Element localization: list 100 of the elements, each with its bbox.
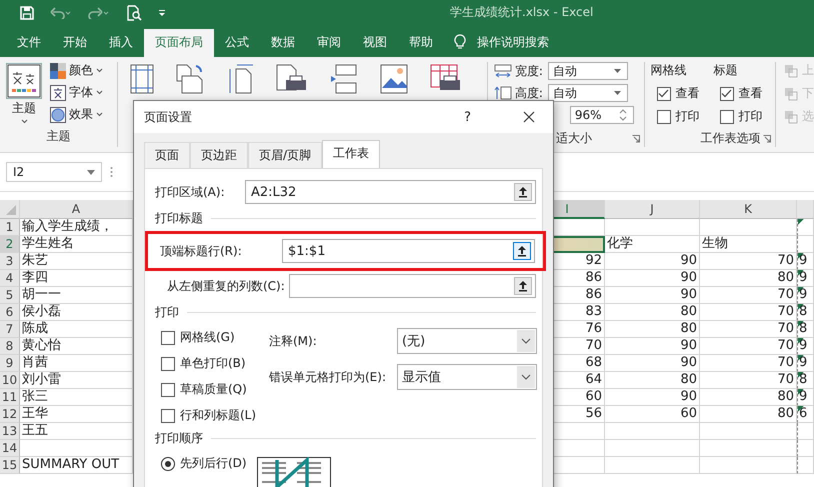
input-field[interactable]: A2:L32 (245, 180, 536, 204)
height-dropdown[interactable]: 自动 (548, 84, 628, 102)
scale-spinner[interactable]: 96% (570, 106, 634, 124)
theme-option-button[interactable]: 颜色 (50, 62, 103, 79)
field-label: 顶端标题行(R): (160, 242, 243, 260)
row-header[interactable]: 12 (0, 406, 20, 423)
caret-icon (96, 112, 103, 117)
input-field[interactable]: $1:$1 (282, 239, 535, 263)
row-header[interactable]: 14 (0, 440, 20, 457)
row-header[interactable]: 4 (0, 270, 20, 287)
ribbon-tab[interactable]: 视图 (352, 29, 398, 57)
ribbon-tab[interactable]: 文件 (6, 29, 52, 57)
errors-dropdown[interactable]: 显示值 (397, 364, 537, 390)
dialog-launcher-icon[interactable] (763, 134, 772, 142)
table-cell: 80 (605, 321, 700, 338)
row-header[interactable]: 11 (0, 389, 20, 406)
row-header[interactable]: 9 (0, 355, 20, 372)
checkbox-label: 网格线(G) (180, 329, 235, 346)
row-header[interactable]: 3 (0, 253, 20, 270)
table-cell: 8 (797, 304, 814, 321)
table-cell: 8 (797, 372, 814, 389)
dialog-tab[interactable]: 页眉/页脚 (248, 142, 322, 168)
table-cell: 80 (605, 372, 700, 389)
dialog-tab[interactable]: 工作表 (322, 140, 380, 168)
caret-icon (87, 170, 95, 174)
checkbox-label: 草稿质量(Q) (180, 381, 247, 398)
help-button[interactable]: ? (464, 110, 471, 124)
comments-dropdown[interactable]: (无) (397, 328, 537, 354)
theme-option-button[interactable]: 字体 (50, 84, 103, 101)
row-header[interactable]: 7 (0, 321, 20, 338)
table-cell: 6 (797, 406, 814, 423)
ribbon-tab[interactable]: 插入 (98, 29, 144, 57)
column-header[interactable]: K (700, 200, 797, 219)
checkbox-label: 行和列标题(L) (180, 407, 256, 424)
margins-icon[interactable] (130, 64, 154, 94)
dialog-tab[interactable]: 页边距 (190, 142, 248, 168)
radio-button[interactable] (161, 456, 175, 470)
table-cell: 8 (797, 321, 814, 338)
close-icon[interactable] (523, 111, 535, 123)
print-preview-icon[interactable] (126, 4, 142, 20)
row-header[interactable]: 6 (0, 304, 20, 321)
table-cell: 80 (700, 406, 797, 423)
save-icon[interactable] (20, 6, 34, 20)
ribbon-tab[interactable]: 数据 (260, 29, 306, 57)
redo-icon[interactable] (88, 6, 110, 18)
column-header[interactable]: J (605, 200, 700, 219)
chevron-down-icon (521, 374, 531, 380)
layers-icon (784, 110, 798, 124)
table-cell: 90 (605, 253, 700, 270)
spinner-arrows-icon (618, 109, 627, 121)
checkbox[interactable] (720, 86, 734, 100)
row-header[interactable]: 13 (0, 423, 20, 440)
undo-icon[interactable] (50, 6, 72, 18)
row-header[interactable]: 15 (0, 457, 20, 474)
checkbox[interactable] (161, 408, 175, 422)
ribbon-tab[interactable]: 页面布局 (144, 29, 214, 57)
dropdown-button[interactable] (517, 366, 535, 388)
dropdown-button[interactable] (517, 330, 535, 352)
search-hint[interactable]: 操作说明搜索 (466, 29, 560, 57)
checkbox[interactable] (656, 110, 671, 124)
page-break-icon[interactable] (330, 64, 358, 94)
theme-option-button[interactable]: 效果 (50, 106, 103, 123)
table-cell: 9 (797, 287, 814, 304)
checkbox-label: 打印 (676, 108, 700, 125)
checkbox[interactable] (161, 330, 175, 344)
dialog-tab[interactable]: 页面 (144, 142, 190, 168)
ribbon-tab[interactable]: 公式 (214, 29, 260, 57)
input-field[interactable] (289, 274, 536, 298)
checkbox[interactable] (161, 356, 175, 370)
size-icon[interactable] (228, 64, 254, 94)
ribbon-tab[interactable]: 审阅 (306, 29, 352, 57)
table-cell: 70 (700, 372, 797, 389)
caret-icon (614, 69, 621, 73)
effects-icon (50, 106, 66, 122)
checkbox[interactable] (161, 382, 175, 396)
row-header[interactable]: 8 (0, 338, 20, 355)
name-box[interactable]: I2 (6, 162, 102, 182)
row-header[interactable]: 1 (0, 219, 20, 236)
row-header[interactable]: 10 (0, 372, 20, 389)
ribbon-tab[interactable]: 帮助 (398, 29, 444, 57)
table-cell: 70 (700, 304, 797, 321)
width-dropdown[interactable]: 自动 (548, 62, 628, 80)
table-cell: 生物 (700, 236, 797, 253)
customize-icon[interactable] (158, 8, 166, 16)
caret-icon (614, 91, 621, 95)
row-header[interactable]: 5 (0, 287, 20, 304)
row-header[interactable]: 2 (0, 236, 20, 253)
themes-button[interactable]: 主题 (4, 62, 44, 126)
option-heading: 网格线 (650, 62, 688, 79)
table-cell: 9 (797, 270, 814, 287)
table-cell: 60 (605, 406, 700, 423)
picture-icon[interactable] (380, 64, 408, 94)
checkbox[interactable] (656, 86, 671, 100)
checkbox[interactable] (720, 110, 734, 124)
ribbon-tab[interactable]: 开始 (52, 29, 98, 57)
theme-icon (7, 64, 41, 98)
lightbulb-icon[interactable] (454, 34, 466, 50)
column-header[interactable]: A (20, 200, 133, 219)
table-cell: 9 (797, 253, 814, 270)
dialog-launcher-icon[interactable] (632, 134, 640, 142)
